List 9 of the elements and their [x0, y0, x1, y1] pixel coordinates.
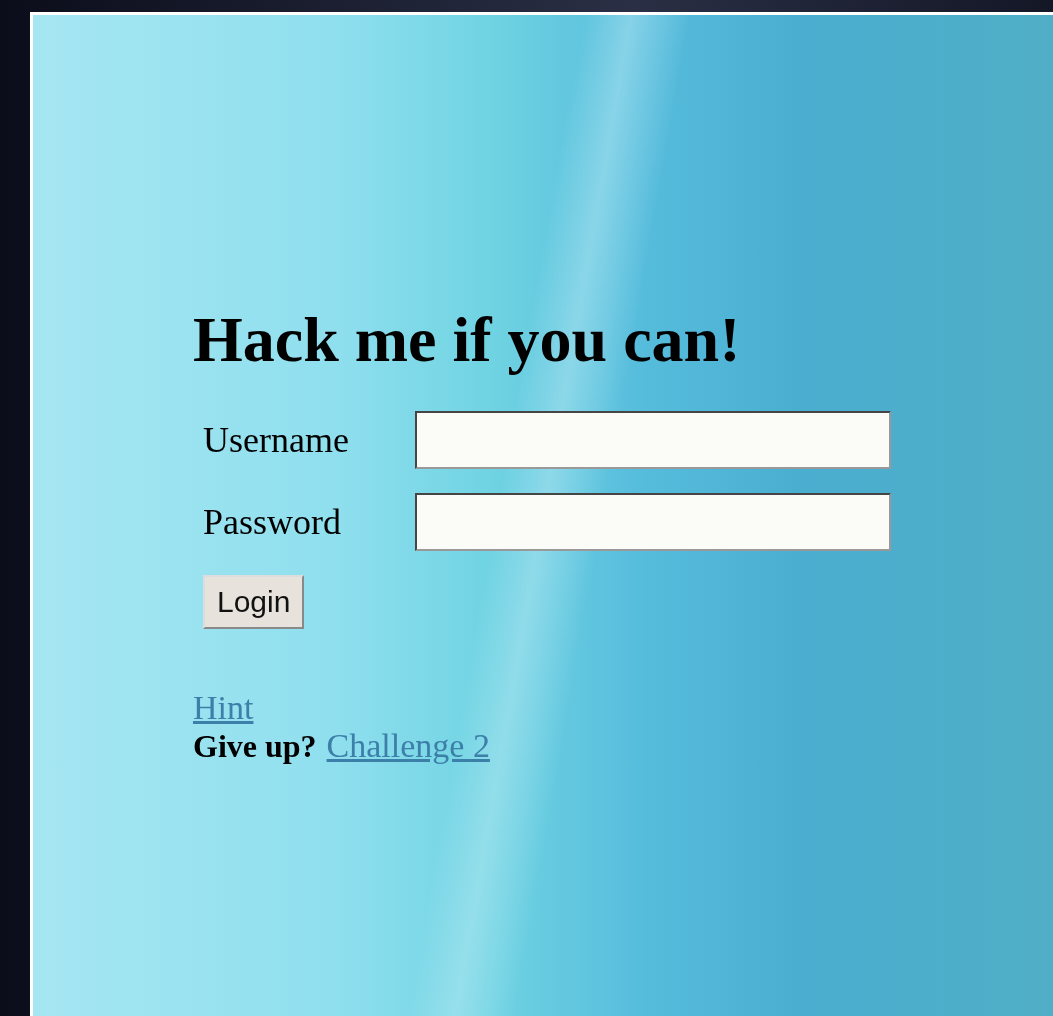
login-button[interactable]: Login	[203, 575, 305, 630]
challenge-link[interactable]: Challenge 2	[326, 727, 490, 766]
field-label: Password	[203, 501, 342, 544]
give-up-text: Give up?	[193, 728, 317, 766]
input-field[interactable]	[415, 493, 891, 552]
field-label: Username	[203, 419, 350, 462]
hint-link[interactable]: Hint	[193, 689, 254, 728]
input-field[interactable]	[415, 411, 891, 470]
page-heading: Hack me if you can!	[193, 305, 742, 376]
